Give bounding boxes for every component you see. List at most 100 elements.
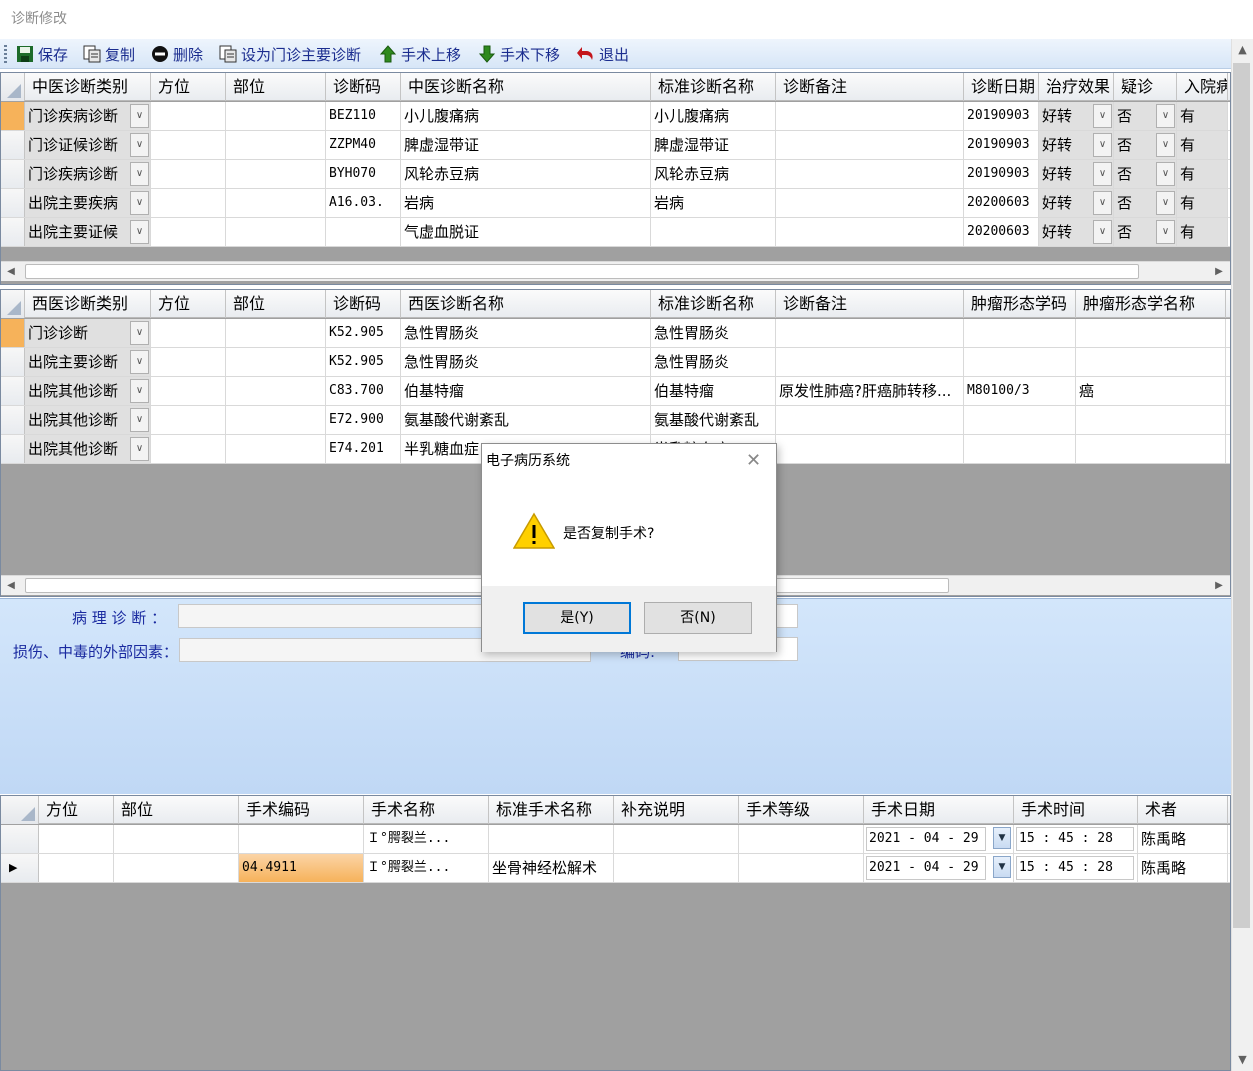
- row-header[interactable]: ▶: [1, 854, 39, 882]
- op-code-cell[interactable]: [239, 825, 364, 853]
- wm-col-header[interactable]: 方位: [151, 290, 226, 318]
- move-down-button[interactable]: 手术下移: [478, 42, 560, 66]
- wm-category-select[interactable]: 出院其他诊断 ∨: [25, 435, 151, 463]
- op-col-header[interactable]: 手术日期: [864, 796, 1014, 824]
- position-cell[interactable]: [151, 102, 226, 130]
- op-col-header[interactable]: 手术名称: [364, 796, 489, 824]
- op-col-header[interactable]: 标准手术名称: [489, 796, 614, 824]
- chevron-down-icon[interactable]: ∨: [1156, 191, 1175, 215]
- std-name-cell[interactable]: 风轮赤豆病: [651, 160, 776, 188]
- chevron-down-icon[interactable]: ∨: [130, 350, 149, 374]
- wm-col-header[interactable]: 西医诊断类别: [25, 290, 151, 318]
- std-name-cell[interactable]: 氨基酸代谢紊乱: [651, 406, 776, 434]
- name-cell[interactable]: 急性胃肠炎: [401, 319, 651, 347]
- op-col-header[interactable]: 手术时间: [1014, 796, 1138, 824]
- chevron-down-icon[interactable]: ∨: [1093, 220, 1112, 244]
- note-cell[interactable]: [776, 189, 964, 217]
- morph-name-cell[interactable]: [1076, 348, 1226, 376]
- scroll-left-icon[interactable]: ◀: [1, 576, 21, 596]
- wm-col-header[interactable]: 部位: [226, 290, 326, 318]
- morph-code-cell[interactable]: [964, 406, 1076, 434]
- table-row[interactable]: 门诊疾病诊断 ∨ BEZ110 小儿腹痛病 小儿腹痛病 20190903 好转 ∨ 否 ∨ 有: [1, 102, 1230, 131]
- toolbar-grip[interactable]: [4, 45, 7, 63]
- chevron-down-icon[interactable]: ∨: [1093, 104, 1112, 128]
- op-col-header[interactable]: 补充说明: [614, 796, 739, 824]
- note-cell[interactable]: 原发性肺癌?肝癌肺转移...: [776, 377, 964, 405]
- code-cell[interactable]: BYH070: [326, 160, 401, 188]
- part-cell[interactable]: [226, 319, 326, 347]
- row-header[interactable]: [1, 189, 25, 217]
- op-name-cell[interactable]: Ｉ°腭裂兰...: [364, 854, 489, 882]
- tcm-col-header[interactable]: 治疗效果: [1039, 73, 1114, 101]
- position-cell[interactable]: [39, 825, 114, 853]
- wm-col-header[interactable]: 肿瘤形态学名称: [1076, 290, 1226, 318]
- move-up-button[interactable]: 手术上移: [379, 42, 461, 66]
- scroll-down-icon[interactable]: ▼: [1232, 1051, 1253, 1069]
- tcm-category-select[interactable]: 门诊证候诊断 ∨: [25, 131, 151, 159]
- note-cell[interactable]: [776, 319, 964, 347]
- admit-cell[interactable]: 有: [1177, 102, 1228, 130]
- table-row[interactable]: Ｉ°腭裂兰... 2021 - 04 - 29 ▼ 15 : 45 : 28 陈禹略: [1, 825, 1230, 854]
- op-col-header[interactable]: 手术等级: [739, 796, 864, 824]
- std-name-cell[interactable]: 急性胃肠炎: [651, 348, 776, 376]
- table-row[interactable]: 出院其他诊断 ∨ E72.900 氨基酸代谢紊乱 氨基酸代谢紊乱: [1, 406, 1230, 435]
- code-cell[interactable]: C83.700: [326, 377, 401, 405]
- chevron-down-icon[interactable]: ∨: [130, 104, 149, 128]
- wm-category-select[interactable]: 出院主要诊断 ∨: [25, 348, 151, 376]
- position-cell[interactable]: [151, 377, 226, 405]
- code-cell[interactable]: ZZPM40: [326, 131, 401, 159]
- date-cell[interactable]: 20190903: [964, 160, 1039, 188]
- delete-button[interactable]: 删除: [151, 42, 203, 66]
- part-cell[interactable]: [226, 406, 326, 434]
- code-cell[interactable]: E74.201: [326, 435, 401, 463]
- code-cell[interactable]: BEZ110: [326, 102, 401, 130]
- position-cell[interactable]: [151, 189, 226, 217]
- table-row[interactable]: 出院其他诊断 ∨ C83.700 伯基特瘤 伯基特瘤 原发性肺癌?肝癌肺转移... M801…: [1, 377, 1230, 406]
- yes-button[interactable]: 是(Y): [523, 602, 631, 634]
- tcm-category-select[interactable]: 出院主要证候 ∨: [25, 218, 151, 246]
- wm-category-select[interactable]: 出院其他诊断 ∨: [25, 406, 151, 434]
- op-code-cell[interactable]: 04.4911: [239, 854, 364, 882]
- tcm-col-header[interactable]: 方位: [151, 73, 226, 101]
- level-cell[interactable]: [739, 854, 864, 882]
- copy-button[interactable]: 复制: [83, 42, 135, 66]
- part-cell[interactable]: [226, 377, 326, 405]
- chevron-down-icon[interactable]: ∨: [1156, 133, 1175, 157]
- chevron-down-icon[interactable]: ∨: [130, 321, 149, 345]
- level-cell[interactable]: [739, 825, 864, 853]
- scroll-right-icon[interactable]: ▶: [1209, 576, 1229, 596]
- date-cell[interactable]: 20190903: [964, 131, 1039, 159]
- admit-cell[interactable]: 有: [1177, 218, 1228, 246]
- admit-cell[interactable]: 有: [1177, 160, 1228, 188]
- table-row[interactable]: 门诊疾病诊断 ∨ BYH070 风轮赤豆病 风轮赤豆病 20190903 好转 ∨ 否 ∨ 有: [1, 160, 1230, 189]
- op-col-header[interactable]: 方位: [39, 796, 114, 824]
- chevron-down-icon[interactable]: ∨: [130, 133, 149, 157]
- part-cell[interactable]: [114, 825, 239, 853]
- morph-code-cell[interactable]: [964, 435, 1076, 463]
- std-name-cell[interactable]: [651, 218, 776, 246]
- surgeon-cell[interactable]: 陈禹略: [1138, 825, 1228, 853]
- tcm-scroll-thumb[interactable]: [25, 264, 1139, 279]
- name-cell[interactable]: 急性胃肠炎: [401, 348, 651, 376]
- name-cell[interactable]: 小儿腹痛病: [401, 102, 651, 130]
- row-header[interactable]: [1, 218, 25, 246]
- note-cell[interactable]: [776, 406, 964, 434]
- note-cell[interactable]: [776, 102, 964, 130]
- note-cell[interactable]: [776, 348, 964, 376]
- std-name-cell[interactable]: 急性胃肠炎: [651, 319, 776, 347]
- part-cell[interactable]: [114, 854, 239, 882]
- chevron-down-icon[interactable]: ∨: [1093, 191, 1112, 215]
- chevron-down-icon[interactable]: ∨: [1093, 162, 1112, 186]
- part-cell[interactable]: [226, 131, 326, 159]
- tcm-col-header[interactable]: 中医诊断类别: [25, 73, 151, 101]
- calendar-dropdown-icon[interactable]: ▼: [993, 827, 1011, 849]
- code-cell[interactable]: K52.905: [326, 319, 401, 347]
- position-cell[interactable]: [151, 435, 226, 463]
- morph-name-cell[interactable]: [1076, 319, 1226, 347]
- name-cell[interactable]: 风轮赤豆病: [401, 160, 651, 188]
- tcm-col-header[interactable]: 入院病: [1177, 73, 1228, 101]
- op-name-cell[interactable]: Ｉ°腭裂兰...: [364, 825, 489, 853]
- position-cell[interactable]: [151, 406, 226, 434]
- std-op-name-cell[interactable]: 坐骨神经松解术: [489, 854, 614, 882]
- op-col-header[interactable]: 部位: [114, 796, 239, 824]
